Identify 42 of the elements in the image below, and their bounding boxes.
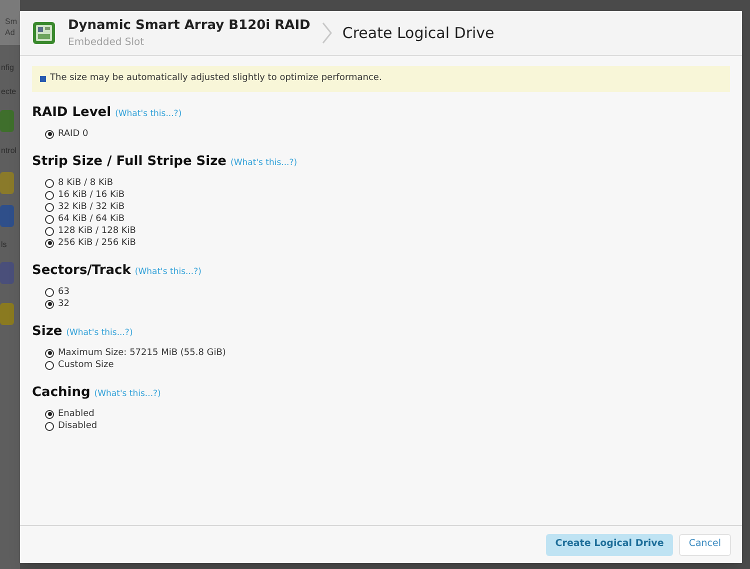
background-text: Sm: [5, 17, 17, 27]
dialog-title: Create Logical Drive: [342, 22, 494, 44]
section-heading: Caching: [32, 384, 90, 402]
create-button[interactable]: Create Logical Drive: [546, 534, 673, 556]
notice-text: The size may be automatically adjusted slightly to optimize performance.: [50, 72, 382, 86]
radio-option[interactable]: 32: [45, 298, 70, 310]
radio-button[interactable]: [45, 348, 54, 358]
slot-label: Embedded Slot: [68, 36, 146, 50]
radio-button[interactable]: [45, 238, 54, 248]
section-heading: Sectors/Track: [32, 262, 131, 280]
radio-option[interactable]: Custom Size: [45, 359, 114, 371]
radio-button[interactable]: [45, 410, 54, 418]
radio-button[interactable]: [45, 130, 54, 138]
radio-button[interactable]: [45, 288, 54, 296]
device-name: Dynamic Smart Array B120i RAID: [68, 16, 310, 34]
radio-option[interactable]: 63: [45, 286, 70, 298]
radio-button[interactable]: [45, 422, 54, 430]
background-text: Ad: [5, 28, 15, 38]
radio-option[interactable]: 16 KiB / 16 KiB: [45, 189, 125, 201]
radio-button[interactable]: [45, 178, 54, 188]
radio-option[interactable]: 64 KiB / 64 KiB: [45, 213, 125, 225]
section-heading: RAID Level: [32, 104, 112, 122]
chevron-icon: [322, 22, 332, 44]
radio-button[interactable]: [45, 300, 54, 308]
section-heading: Strip Size / Full Stripe Size: [32, 153, 226, 171]
radio-option[interactable]: Maximum Size: 57215 MiB (55.8 GiB): [45, 347, 226, 359]
radio-option[interactable]: Enabled: [45, 408, 94, 420]
radio-option[interactable]: RAID 0: [45, 128, 88, 140]
radio-button[interactable]: [45, 226, 54, 236]
radio-option[interactable]: 128 KiB / 128 KiB: [45, 225, 136, 237]
section-heading: Size: [32, 323, 62, 341]
radio-option[interactable]: 256 KiB / 256 KiB: [45, 237, 136, 249]
radio-option[interactable]: 32 KiB / 32 KiB: [45, 201, 125, 213]
radio-button[interactable]: [45, 190, 54, 200]
radio-button[interactable]: [45, 360, 54, 370]
cancel-button[interactable]: Cancel: [678, 534, 731, 556]
radio-option[interactable]: Disabled: [45, 420, 98, 432]
radio-button[interactable]: [45, 214, 54, 224]
radio-option[interactable]: 8 KiB / 8 KiB: [45, 177, 114, 189]
controller-icon: [32, 21, 56, 45]
radio-button[interactable]: [45, 202, 54, 212]
info-icon: [40, 76, 46, 82]
